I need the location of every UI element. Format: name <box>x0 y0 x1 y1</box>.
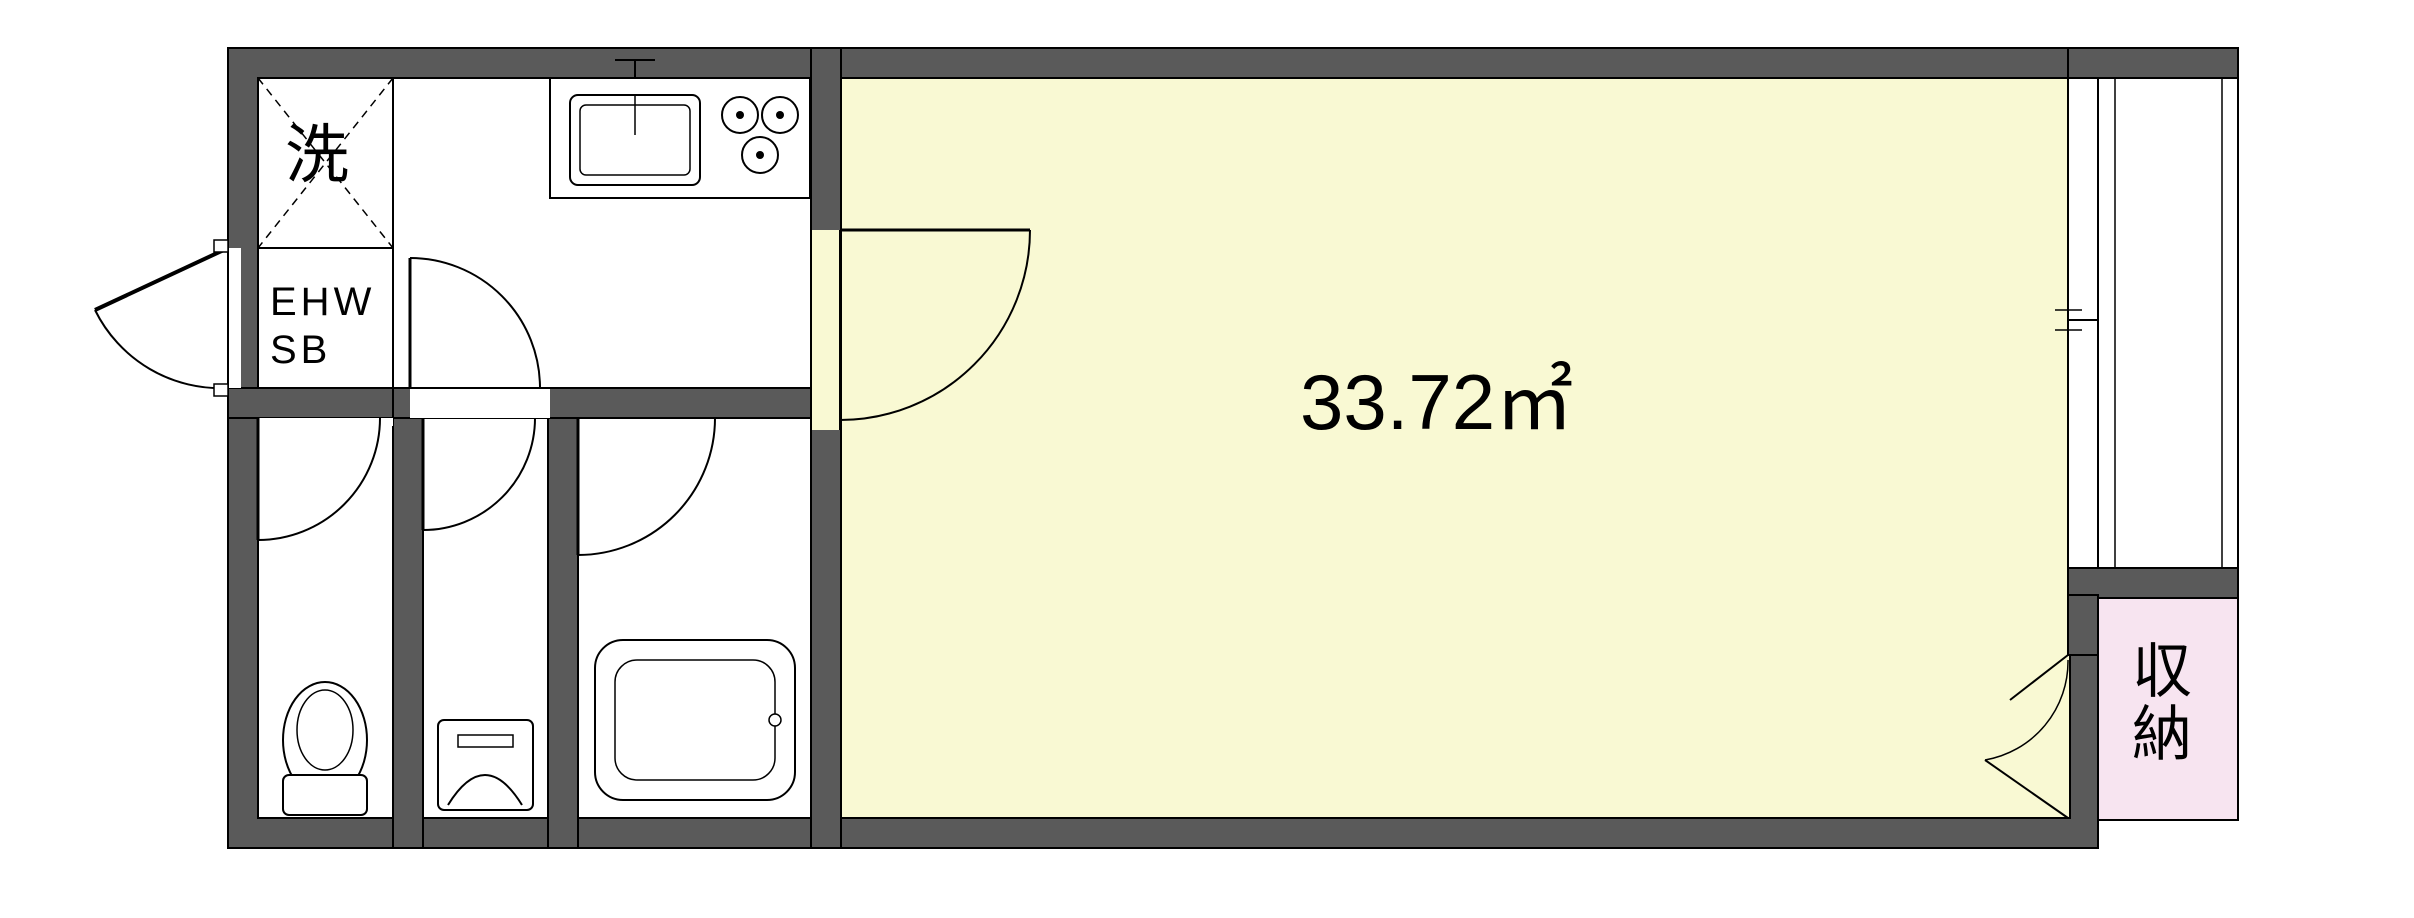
wall-kitchen-main <box>811 48 841 848</box>
toilet-tank <box>283 775 367 815</box>
floorplan-svg <box>0 0 2414 913</box>
burner-2-dot <box>776 111 784 119</box>
wall-toilet-right <box>393 388 423 848</box>
wall-vanity-right <box>548 388 578 848</box>
bathtub-drain <box>769 714 781 726</box>
toilet-door-opening <box>258 418 393 426</box>
wall-above-storage <box>2068 568 2238 598</box>
entrance-door-arc <box>95 310 228 388</box>
storage-wall-upper <box>2068 595 2098 655</box>
burner-3-dot <box>756 151 764 159</box>
washing-label: 洗 <box>285 120 349 190</box>
ehw-label: EHW <box>270 280 375 324</box>
burner-1-dot <box>736 111 744 119</box>
area-label: 33.72㎡ <box>1300 360 1573 446</box>
wall-seg-left-mid <box>228 388 393 418</box>
kitchen-door-opening <box>410 388 550 418</box>
entrance-door-leaf <box>95 248 228 310</box>
vanity-faucet <box>458 735 513 747</box>
toilet-seat <box>297 690 353 770</box>
sb-label: SB <box>270 328 331 372</box>
balcony <box>2098 60 2238 570</box>
door-opening-main <box>811 230 841 430</box>
wall-top-right <box>2068 48 2238 78</box>
storage-label: 収 納 <box>2132 640 2192 766</box>
main-room <box>840 78 2070 818</box>
bathtub-inner <box>615 660 775 780</box>
balcony-door-opening <box>2068 78 2098 568</box>
floor-plan: 洗 EHW SB 33.72㎡ 収 納 <box>0 0 2414 913</box>
